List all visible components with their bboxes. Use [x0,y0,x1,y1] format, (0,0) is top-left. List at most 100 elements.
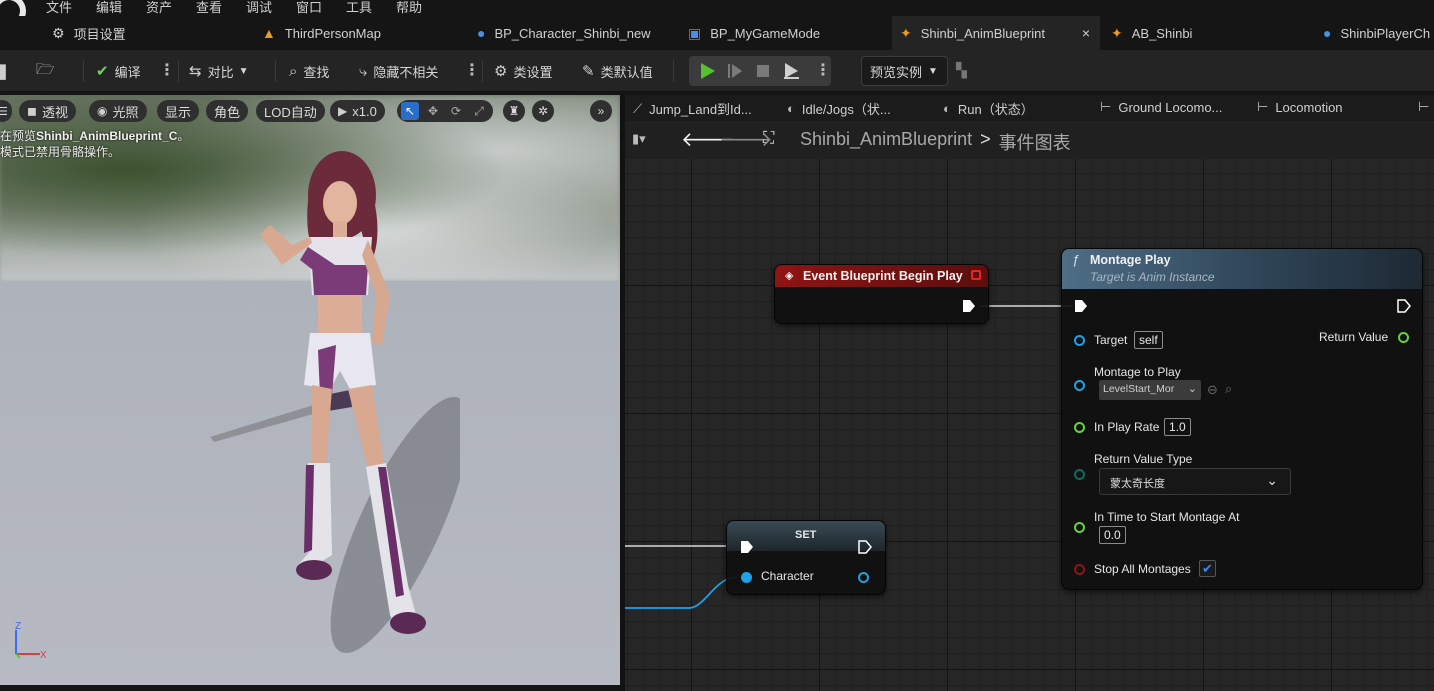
exec-in-pin[interactable] [740,540,754,554]
character-in-pin[interactable] [741,572,752,583]
exec-out-pin[interactable] [962,299,976,313]
return-value-type-value: 蒙太奇长度 [1110,478,1165,490]
state-icon: ◐ [787,101,795,116]
character-button[interactable]: 角色 [206,100,249,122]
in-time-value[interactable]: 0.0 [1099,526,1126,544]
lighting-label: 光照 [112,104,139,120]
graph-tab-run[interactable]: ◐ Run（状态） [943,99,1034,118]
stop-button[interactable] [749,56,777,86]
select-tool-icon[interactable]: ↖ [401,102,419,120]
exec-in-pin[interactable] [1074,299,1088,313]
target-pin[interactable] [1074,335,1085,346]
character-icon: ● [1323,25,1332,41]
graph-tab-jump-land[interactable]: ⟋ Jump_Land到Id... [633,99,752,118]
menu-edit[interactable]: 编辑 [96,0,122,16]
menu-help[interactable]: 帮助 [396,0,422,16]
breadcrumb: Shinbi_AnimBlueprint > 事件图表 [800,129,1071,155]
stop-all-montages-checkbox[interactable]: ✔ [1199,560,1216,577]
play-options-button[interactable]: ⋮ [815,60,831,80]
character-label: 角色 [214,104,241,120]
state-machine-icon: ⊢ [1418,99,1430,114]
exec-out-pin[interactable] [858,540,872,554]
close-tab-icon[interactable]: × [1082,25,1090,41]
tab-shinbiplayerch[interactable]: ● ShinbiPlayerCh [1323,16,1434,50]
in-time-pin[interactable] [1074,522,1085,533]
return-value-type-label: Return Value Type [1094,452,1193,466]
browse-button[interactable]: 🗁 [36,59,61,83]
scale-tool-icon[interactable]: ⤢ [470,102,488,120]
breakpoint-icon[interactable] [971,270,981,280]
state-machine-icon: ⊢ [1100,99,1112,114]
graph-tab-idle-jogs[interactable]: ◐ Idle/Jogs（状... [787,99,891,118]
debug-filter-icon[interactable]: ▚ [956,62,972,78]
target-value[interactable]: self [1134,331,1163,349]
filter-icon: ⤷ [359,62,368,80]
compile-button[interactable]: ✔ 编译 [96,59,141,83]
hide-unrelated-button[interactable]: ⤷ 隐藏不相关 [359,59,438,83]
in-play-rate-value[interactable]: 1.0 [1164,418,1191,436]
expand-arrows-icon[interactable]: » [590,100,612,122]
return-value-type-pin[interactable] [1074,469,1085,480]
compile-options-button[interactable]: ⋮ [159,60,175,80]
class-defaults-button[interactable]: ✎ 类默认值 [582,59,653,83]
camera-icon[interactable]: ♜ [503,100,525,122]
graph-tab-locomotion[interactable]: ⊢ Locomotion [1257,99,1343,115]
preview-instance-dropdown[interactable]: 预览实例 ▼ [861,56,948,86]
event-begin-play-node[interactable]: ◈ Event Blueprint Begin Play [774,264,989,324]
tab-bp-character[interactable]: ● BP_Character_Shinbi_new [477,16,677,50]
montage-to-play-pin[interactable] [1074,380,1085,391]
browse-asset-icon[interactable]: ⌕ [1225,381,1232,397]
class-settings-label: 类设置 [513,64,553,80]
eject-button[interactable] [777,56,805,86]
menu-file[interactable]: 文件 [46,0,72,16]
settings-icon: ⚙ [52,24,65,41]
in-play-rate-pin[interactable] [1074,422,1085,433]
anim-blueprint-icon: ✦ [900,24,912,41]
perspective-button[interactable]: ◼ 透视 [19,100,76,122]
tab-shinbi-animblueprint[interactable]: ✦ Shinbi_AnimBlueprint × [892,16,1100,50]
settings-gear-icon[interactable]: ✲ [532,100,554,122]
graph-tab-overflow[interactable]: ⊢ [1418,99,1434,115]
menu-assets[interactable]: 资产 [146,0,172,16]
play-icon: ▶ [338,104,348,118]
find-button[interactable]: ⌕ 查找 [289,59,329,83]
stop-all-montages-pin[interactable] [1074,564,1085,575]
set-character-node[interactable]: SET Character [726,520,886,595]
preview-viewport[interactable]: ☰ ◼ 透视 ◉ 光照 显示 角色 LOD自动 ▶ x1.0 ↖ ✥ ⟳ ⤢ ♜ [0,95,620,685]
tab-ab-shinbi[interactable]: ✦ AB_Shinbi [1111,16,1301,50]
montage-asset-picker[interactable]: LevelStart_Mor ⌄ [1099,380,1201,400]
tab-bp-mygamemode[interactable]: ▣ BP_MyGameMode [688,16,878,50]
graph-tab-ground-locomotion[interactable]: ⊢ Ground Locomo... [1100,99,1222,115]
lod-button[interactable]: LOD自动 [256,100,325,122]
menu-debug[interactable]: 调试 [246,0,272,16]
character-out-pin[interactable] [858,572,869,583]
show-button[interactable]: 显示 [157,100,200,122]
hide-unrelated-options-button[interactable]: ⋮ [464,60,480,80]
tab-project-settings[interactable]: ⚙ 项目设置 [52,16,242,50]
target-label: Target [1094,333,1128,347]
diff-icon: ⇆ [189,63,202,80]
breadcrumb-blueprint[interactable]: Shinbi_AnimBlueprint [800,129,972,155]
lighting-button[interactable]: ◉ 光照 [89,100,147,122]
step-button[interactable] [721,56,749,86]
return-value-type-dropdown[interactable]: 蒙太奇长度 ⌄ [1099,468,1291,495]
diff-button[interactable]: ⇆ 对比 ▼ [189,59,249,83]
playback-speed-button[interactable]: ▶ x1.0 [330,100,385,122]
breadcrumb-graph[interactable]: 事件图表 [999,129,1071,155]
return-value-pin[interactable] [1398,332,1409,343]
tab-thirdpersonmap[interactable]: ▲ ThirdPersonMap [262,16,462,50]
cube-icon: ◼ [27,104,37,118]
event-graph-canvas[interactable]: ◈ Event Blueprint Begin Play ƒ Montage P… [625,159,1434,691]
use-selected-icon[interactable]: ⊖ [1207,382,1218,398]
class-settings-button[interactable]: ⚙ 类设置 [494,59,552,83]
play-button[interactable] [693,56,721,86]
save-button[interactable]: ▇ [0,59,12,83]
menu-window[interactable]: 窗口 [296,0,322,16]
bookmark-icon[interactable]: ▮▾ [632,131,646,147]
menu-view[interactable]: 查看 [196,0,222,16]
rotate-tool-icon[interactable]: ⟳ [447,102,465,120]
translate-tool-icon[interactable]: ✥ [424,102,442,120]
montage-play-node[interactable]: ƒ Montage Play Target is Anim Instance T… [1061,248,1423,590]
exec-out-pin[interactable] [1397,299,1411,313]
menu-tools[interactable]: 工具 [346,0,372,16]
